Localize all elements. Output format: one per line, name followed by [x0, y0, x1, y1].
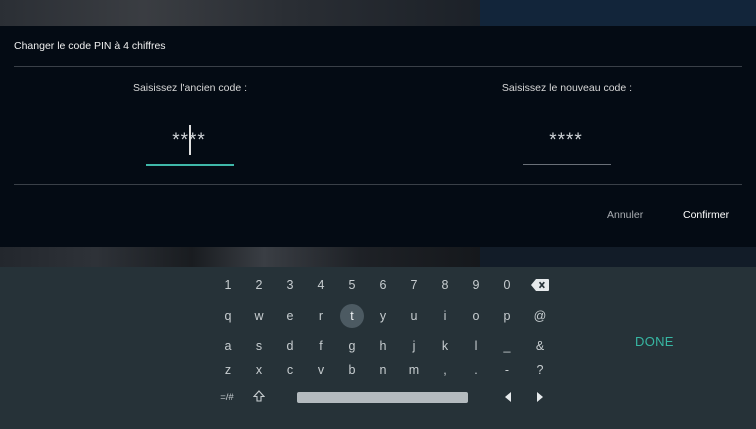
on-screen-keyboard: 1 2 3 4 5 6 7 8 9 0 q w e r t y u i o p … [0, 267, 756, 429]
key-s[interactable]: s [247, 334, 271, 358]
old-code-underline [146, 164, 234, 166]
key-question[interactable]: ? [528, 358, 552, 382]
key-a[interactable]: a [216, 334, 240, 358]
key-k[interactable]: k [433, 334, 457, 358]
key-e[interactable]: e [278, 304, 302, 328]
key-c[interactable]: c [278, 358, 302, 382]
done-button[interactable]: DONE [635, 334, 674, 349]
background-top [0, 0, 756, 26]
confirm-button[interactable]: Confirmer [683, 209, 729, 221]
space-bar[interactable] [297, 392, 468, 403]
key-5[interactable]: 5 [340, 273, 364, 297]
key-t[interactable]: t [340, 304, 364, 328]
title-divider [14, 66, 742, 67]
old-code-label: Saisissez l'ancien code : [132, 82, 248, 94]
actions-divider [14, 184, 742, 185]
key-6[interactable]: 6 [371, 273, 395, 297]
new-code-underline [523, 164, 611, 165]
text-cursor [189, 125, 191, 155]
key-7[interactable]: 7 [402, 273, 426, 297]
change-pin-dialog: Changer le code PIN à 4 chiffres Saisiss… [0, 26, 756, 247]
key-z[interactable]: z [216, 358, 240, 382]
shift-icon[interactable] [247, 384, 271, 408]
new-code-input[interactable]: **** [521, 130, 611, 152]
key-b[interactable]: b [340, 358, 364, 382]
background-image-right [480, 247, 756, 267]
key-ampersand[interactable]: & [528, 334, 552, 358]
key-l[interactable]: l [464, 334, 488, 358]
key-x[interactable]: x [247, 358, 271, 382]
key-9[interactable]: 9 [464, 273, 488, 297]
key-1[interactable]: 1 [216, 273, 240, 297]
key-2[interactable]: 2 [247, 273, 271, 297]
key-w[interactable]: w [247, 304, 271, 328]
background-strip [0, 247, 756, 267]
key-y[interactable]: y [371, 304, 395, 328]
background-image-left [0, 247, 480, 267]
arrow-left-icon[interactable] [496, 385, 520, 409]
new-code-label: Saisissez le nouveau code : [501, 82, 633, 94]
cancel-button[interactable]: Annuler [607, 209, 643, 221]
background-image-left [0, 0, 480, 26]
key-r[interactable]: r [309, 304, 333, 328]
key-f[interactable]: f [309, 334, 333, 358]
key-at[interactable]: @ [528, 304, 552, 328]
key-i[interactable]: i [433, 304, 457, 328]
key-g[interactable]: g [340, 334, 364, 358]
key-h[interactable]: h [371, 334, 395, 358]
dialog-title: Changer le code PIN à 4 chiffres [14, 40, 166, 52]
key-underscore[interactable]: _ [495, 334, 519, 358]
key-0[interactable]: 0 [495, 273, 519, 297]
key-v[interactable]: v [309, 358, 333, 382]
background-image-right [480, 0, 756, 26]
key-hyphen[interactable]: - [495, 358, 519, 382]
key-p[interactable]: p [495, 304, 519, 328]
arrow-right-icon[interactable] [528, 385, 552, 409]
key-period[interactable]: . [464, 358, 488, 382]
key-d[interactable]: d [278, 334, 302, 358]
key-m[interactable]: m [402, 358, 426, 382]
key-n[interactable]: n [371, 358, 395, 382]
key-comma[interactable]: , [433, 358, 457, 382]
backspace-icon[interactable] [528, 273, 552, 297]
key-o[interactable]: o [464, 304, 488, 328]
key-q[interactable]: q [216, 304, 240, 328]
key-u[interactable]: u [402, 304, 426, 328]
key-j[interactable]: j [402, 334, 426, 358]
symbols-key[interactable]: =/# [215, 385, 239, 409]
key-3[interactable]: 3 [278, 273, 302, 297]
key-8[interactable]: 8 [433, 273, 457, 297]
key-4[interactable]: 4 [309, 273, 333, 297]
